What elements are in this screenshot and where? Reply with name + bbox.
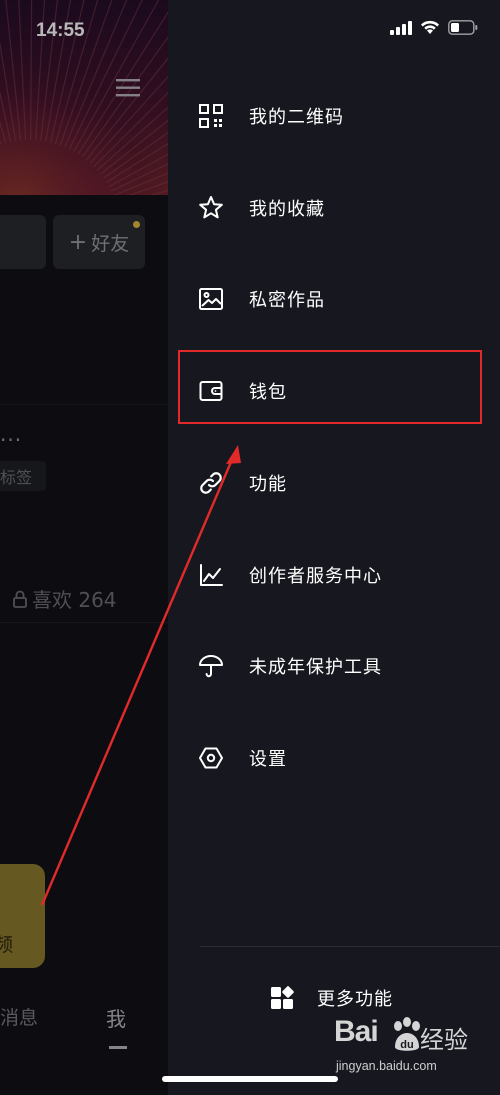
settings-hexagon-icon bbox=[196, 743, 226, 773]
profile-page-background: 14:55 + 好友 ... 标签 喜欢 264 频 消息 我 bbox=[0, 0, 168, 1095]
menu-item-creator-center[interactable]: 创作者服务中心 bbox=[196, 552, 486, 598]
annotation-highlight-box bbox=[178, 350, 482, 424]
menu-item-label: 设置 bbox=[249, 749, 287, 770]
home-indicator[interactable] bbox=[162, 1076, 338, 1082]
side-drawer: 我的二维码 我的收藏 私密作品 钱包 功能 创作者服务中心 未成年保护工具 设置… bbox=[168, 0, 500, 1095]
wifi-icon bbox=[421, 20, 439, 34]
menu-item-label: 我的收藏 bbox=[249, 199, 325, 220]
menu-item-private-works[interactable]: 私密作品 bbox=[196, 276, 486, 322]
private-image-icon bbox=[196, 284, 226, 314]
menu-item-label: 未成年保护工具 bbox=[249, 657, 382, 678]
umbrella-icon bbox=[196, 651, 226, 681]
star-icon bbox=[196, 193, 226, 223]
baidu-jingyan-watermark: Bai du 经验 jingyan.baidu.com bbox=[334, 1015, 494, 1085]
menu-item-minor-protection[interactable]: 未成年保护工具 bbox=[196, 643, 486, 689]
menu-item-label: 私密作品 bbox=[249, 290, 325, 311]
menu-item-qr-code[interactable]: 我的二维码 bbox=[196, 93, 486, 139]
dim-overlay[interactable] bbox=[0, 0, 168, 1095]
more-features-button[interactable]: 更多功能 bbox=[270, 978, 393, 1018]
svg-text:du: du bbox=[400, 1039, 413, 1051]
paw-logo-icon: du bbox=[394, 1017, 420, 1051]
menu-item-label: 功能 bbox=[249, 474, 287, 495]
menu-item-label: 我的二维码 bbox=[249, 107, 344, 128]
cellular-signal-icon bbox=[390, 20, 412, 35]
status-icons bbox=[390, 20, 478, 35]
divider bbox=[200, 946, 500, 947]
qr-code-icon bbox=[196, 101, 226, 131]
menu-item-label: 创作者服务中心 bbox=[249, 566, 382, 587]
menu-item-favorites[interactable]: 我的收藏 bbox=[196, 185, 486, 231]
chart-icon bbox=[196, 560, 226, 590]
watermark-brand: 经验 bbox=[420, 1026, 468, 1054]
battery-icon bbox=[448, 20, 478, 35]
more-features-label: 更多功能 bbox=[317, 989, 393, 1010]
link-icon bbox=[196, 468, 226, 498]
watermark-logo: Bai bbox=[334, 1015, 379, 1048]
menu-item-features[interactable]: 功能 bbox=[196, 460, 486, 506]
grid-plus-icon bbox=[271, 986, 294, 1009]
watermark-url: jingyan.baidu.com bbox=[336, 1059, 437, 1073]
menu-item-settings[interactable]: 设置 bbox=[196, 735, 486, 781]
